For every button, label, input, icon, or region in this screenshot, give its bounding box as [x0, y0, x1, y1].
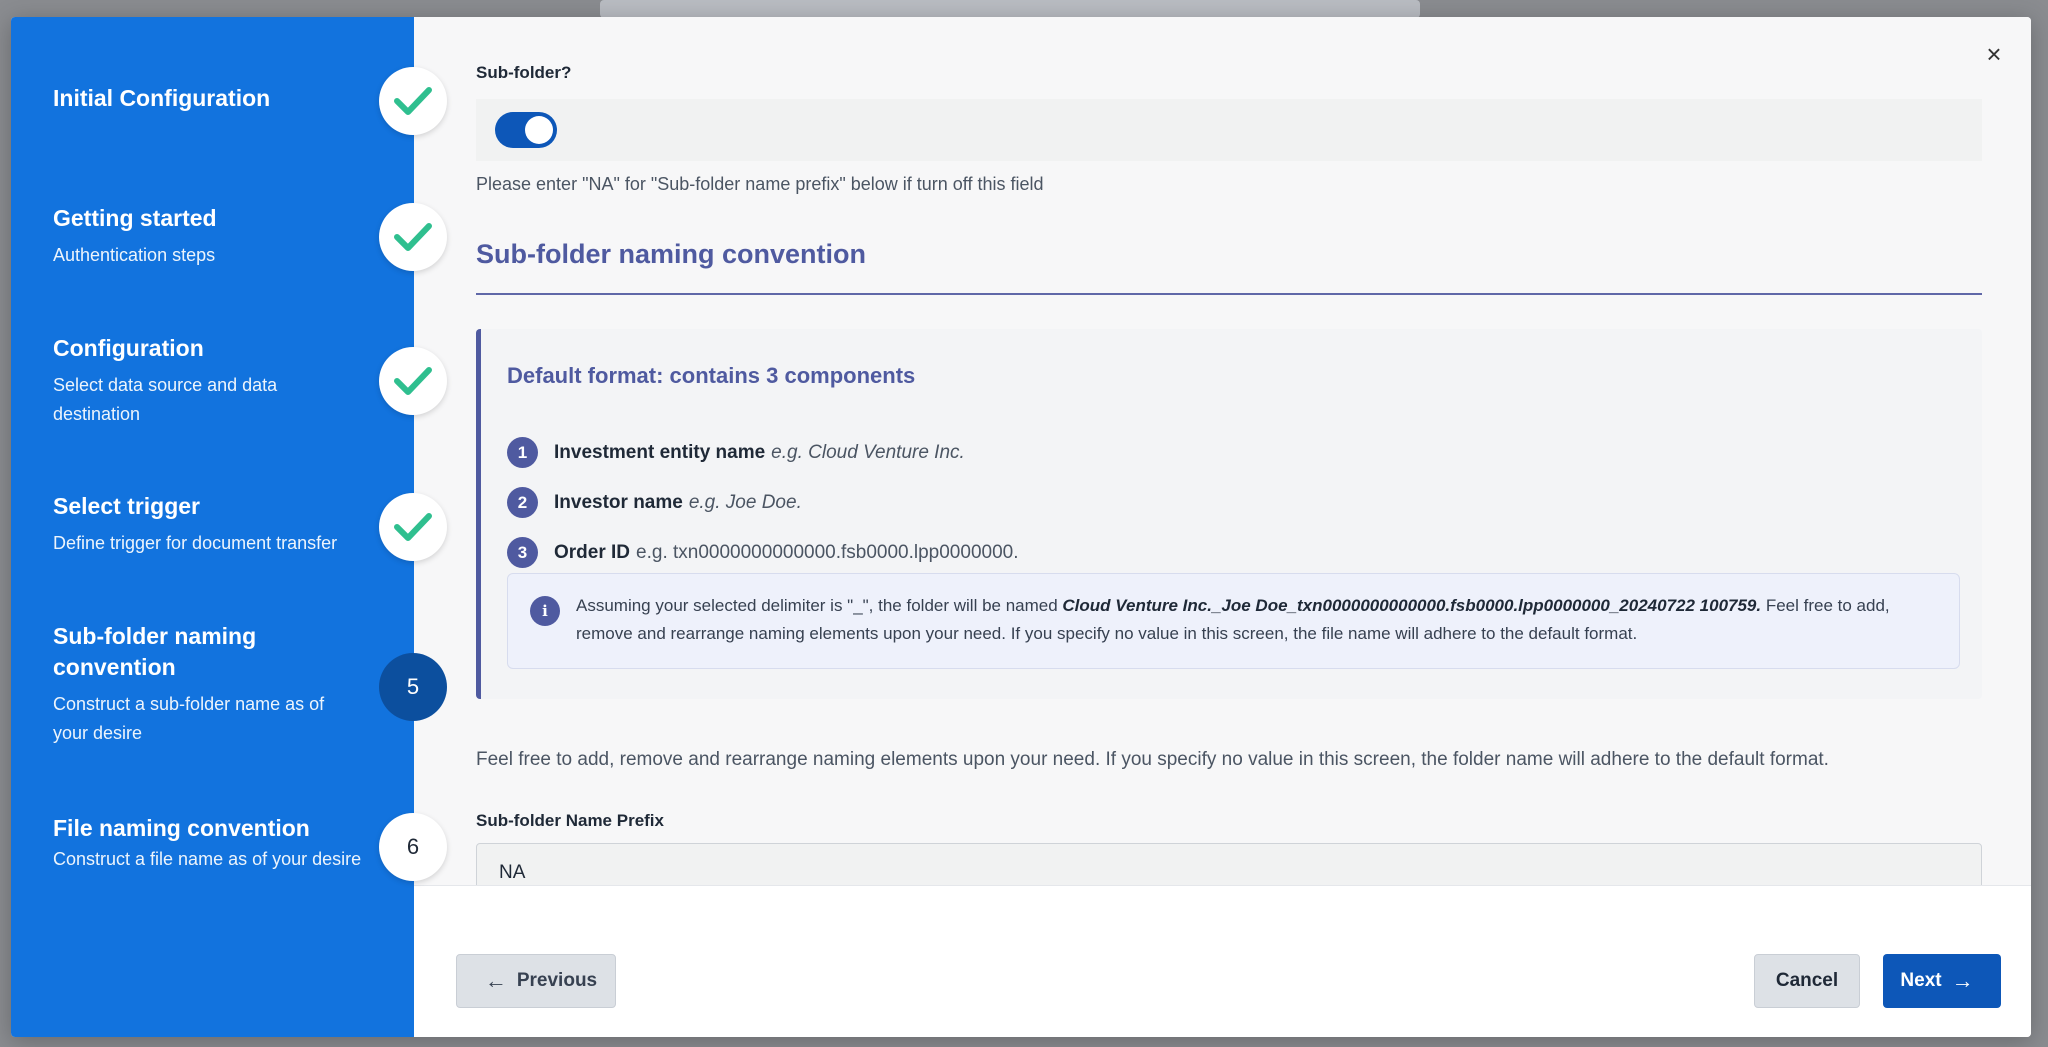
step-configuration[interactable]: Configuration Select data source and dat…: [53, 333, 393, 429]
component-name: Investment entity name: [554, 441, 766, 463]
step-5-active-badge: 5: [379, 653, 447, 721]
subfolder-toggle-label: Sub-folder?: [476, 63, 572, 82]
component-number: 1: [507, 437, 538, 468]
step-subtitle: Construct a sub-folder name as of your d…: [53, 694, 325, 743]
toggle-hint: Please enter "NA" for "Sub-folder name p…: [476, 174, 1044, 194]
check-icon: [394, 513, 432, 541]
step-initial-configuration[interactable]: Initial Configuration: [53, 83, 393, 114]
check-icon: [394, 87, 432, 115]
section-title: Sub-folder naming convention: [476, 239, 866, 269]
step-4-complete-badge: [379, 493, 447, 561]
subfolder-toggle[interactable]: [495, 112, 557, 148]
toggle-knob: [525, 116, 553, 144]
step-1-complete-badge: [379, 67, 447, 135]
step-2-complete-badge: [379, 203, 447, 271]
info-icon: i: [530, 596, 560, 626]
step-title: Sub-folder naming convention: [53, 623, 257, 680]
cancel-button[interactable]: Cancel: [1754, 954, 1860, 1008]
step-sub-folder-naming[interactable]: Sub-folder naming convention Construct a…: [53, 621, 393, 748]
component-example: e.g. Joe Doe.: [688, 491, 802, 513]
info-callout: i Assuming your selected delimiter is "_…: [507, 573, 1960, 669]
component-item: 2 Investor name e.g. Joe Doe.: [507, 487, 802, 518]
prefix-label: Sub-folder Name Prefix: [476, 811, 664, 830]
wizard-content: × Sub-folder? Please enter "NA" for "Sub…: [414, 17, 2031, 903]
step-subtitle: Select data source and data destination: [53, 375, 278, 424]
step-title: Select trigger: [53, 493, 200, 519]
format-title: Default format: contains 3 components: [507, 363, 916, 388]
step-getting-started[interactable]: Getting started Authentication steps: [53, 203, 393, 270]
arrow-left-icon: ←: [484, 968, 507, 993]
component-number: 3: [507, 537, 538, 568]
component-example: e.g. Cloud Venture Inc.: [771, 441, 965, 463]
wizard-modal: Initial Configuration Getting started Au…: [11, 17, 2031, 1037]
wizard-footer: ← Previous Cancel Next →: [414, 885, 2031, 1037]
component-item: 1 Investment entity name e.g. Cloud Vent…: [507, 437, 965, 468]
wizard-sidebar: Initial Configuration Getting started Au…: [11, 17, 414, 1037]
step-title: Getting started: [53, 205, 217, 231]
next-button[interactable]: Next →: [1883, 954, 2001, 1008]
step-subtitle: Construct a file name as of your desire: [53, 849, 362, 869]
step-select-trigger[interactable]: Select trigger Define trigger for docume…: [53, 491, 393, 558]
previous-button[interactable]: ← Previous: [456, 954, 616, 1008]
naming-help-text: Feel free to add, remove and rearrange n…: [476, 749, 1829, 770]
info-text-prefix: Assuming your selected delimiter is "_",…: [576, 596, 1063, 615]
step-subtitle: Define trigger for document transfer: [53, 533, 338, 553]
component-number: 2: [507, 487, 538, 518]
step-title: File naming convention: [53, 815, 310, 841]
component-name: Investor name: [554, 491, 683, 513]
info-example-name: Cloud Venture Inc._Joe Doe_txn0000000000…: [1062, 596, 1762, 615]
info-text: Assuming your selected delimiter is "_",…: [576, 592, 1941, 648]
section-divider: [476, 293, 1982, 295]
check-icon: [394, 223, 432, 251]
arrow-right-icon: →: [1951, 968, 1974, 993]
background-window: [600, 0, 1420, 18]
step-file-naming[interactable]: File naming convention Construct a file …: [53, 813, 393, 874]
next-label: Next: [1900, 970, 1942, 991]
toggle-row: [476, 99, 1982, 161]
step-6-pending-badge: 6: [379, 813, 447, 881]
step-subtitle: Authentication steps: [53, 245, 216, 265]
step-3-complete-badge: [379, 347, 447, 415]
default-format-panel: Default format: contains 3 components 1 …: [476, 329, 1982, 699]
component-example: e.g. txn0000000000000.fsb0000.lpp0000000…: [636, 541, 1019, 563]
component-item: 3 Order ID e.g. txn0000000000000.fsb0000…: [507, 537, 1019, 568]
step-title: Configuration: [53, 335, 204, 361]
step-title: Initial Configuration: [53, 85, 271, 111]
component-name: Order ID: [554, 541, 631, 563]
close-icon[interactable]: ×: [1979, 39, 2009, 69]
check-icon: [394, 367, 432, 395]
previous-label: Previous: [516, 970, 598, 991]
